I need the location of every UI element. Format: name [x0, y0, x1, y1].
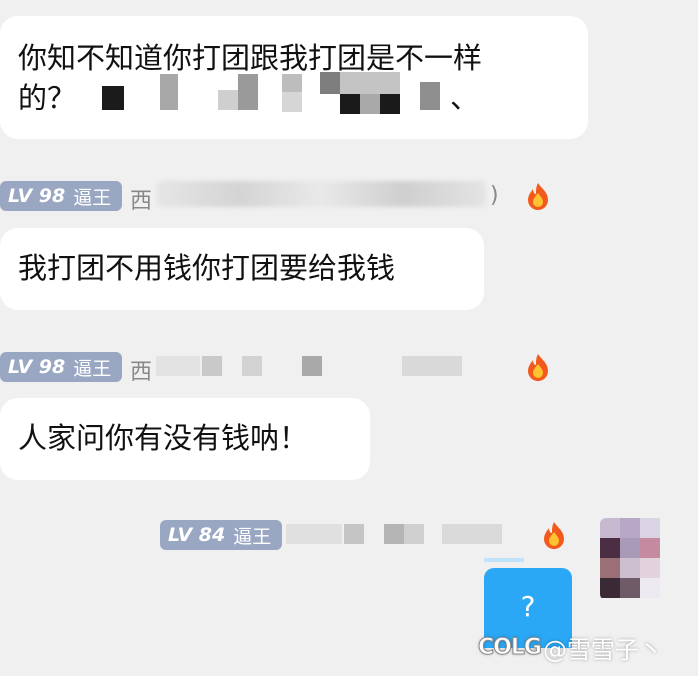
title-label: 逼王	[233, 525, 272, 548]
message-text-line-2: 的？ 、	[18, 72, 572, 118]
censored-name	[286, 522, 546, 546]
sender-meta-2: LV 98 逼王 西	[0, 352, 560, 385]
message-text-visible: 的？	[18, 81, 77, 115]
level-badge: LV 84 逼王	[160, 520, 282, 550]
censored-name	[156, 181, 486, 207]
sender-name-end: )	[490, 183, 499, 208]
image-message-edge	[484, 558, 524, 562]
question-mark-icon: ?	[520, 590, 536, 623]
fire-icon	[528, 354, 548, 381]
title-label: 逼王	[73, 357, 112, 380]
message-bubble-1[interactable]: 你知不知道你打团跟我打团是不一样 的？ 、	[0, 16, 588, 139]
message-bubble-3[interactable]: 人家问你有没有钱呐！	[0, 398, 370, 480]
censored-name	[156, 356, 496, 378]
sender-name: 西	[130, 360, 153, 385]
censored-text	[86, 68, 440, 116]
sender-meta-1: LV 98 逼王 西 )	[0, 181, 560, 214]
fire-icon	[528, 183, 548, 210]
message-text: 我打团不用钱你打团要给我钱	[18, 251, 396, 285]
watermark-logo: COLG	[478, 634, 543, 660]
sender-meta-3: LV 84 逼王	[160, 520, 580, 550]
avatar[interactable]	[600, 518, 664, 600]
message-text-tail: 、	[450, 81, 480, 115]
message-bubble-2[interactable]: 我打团不用钱你打团要给我钱	[0, 228, 484, 310]
fire-icon	[544, 522, 564, 549]
title-label: 逼王	[73, 186, 112, 209]
watermark: COLG @雪雪子丶	[478, 630, 663, 664]
level-label: LV 98	[8, 185, 66, 207]
sender-name: 西	[130, 189, 153, 214]
level-badge: LV 98 逼王	[0, 352, 122, 382]
watermark-text: @雪雪子丶	[542, 635, 663, 664]
message-text: 人家问你有没有钱呐！	[18, 421, 309, 455]
level-label: LV 84	[168, 524, 226, 546]
level-badge: LV 98 逼王	[0, 181, 122, 211]
level-label: LV 98	[8, 356, 66, 378]
